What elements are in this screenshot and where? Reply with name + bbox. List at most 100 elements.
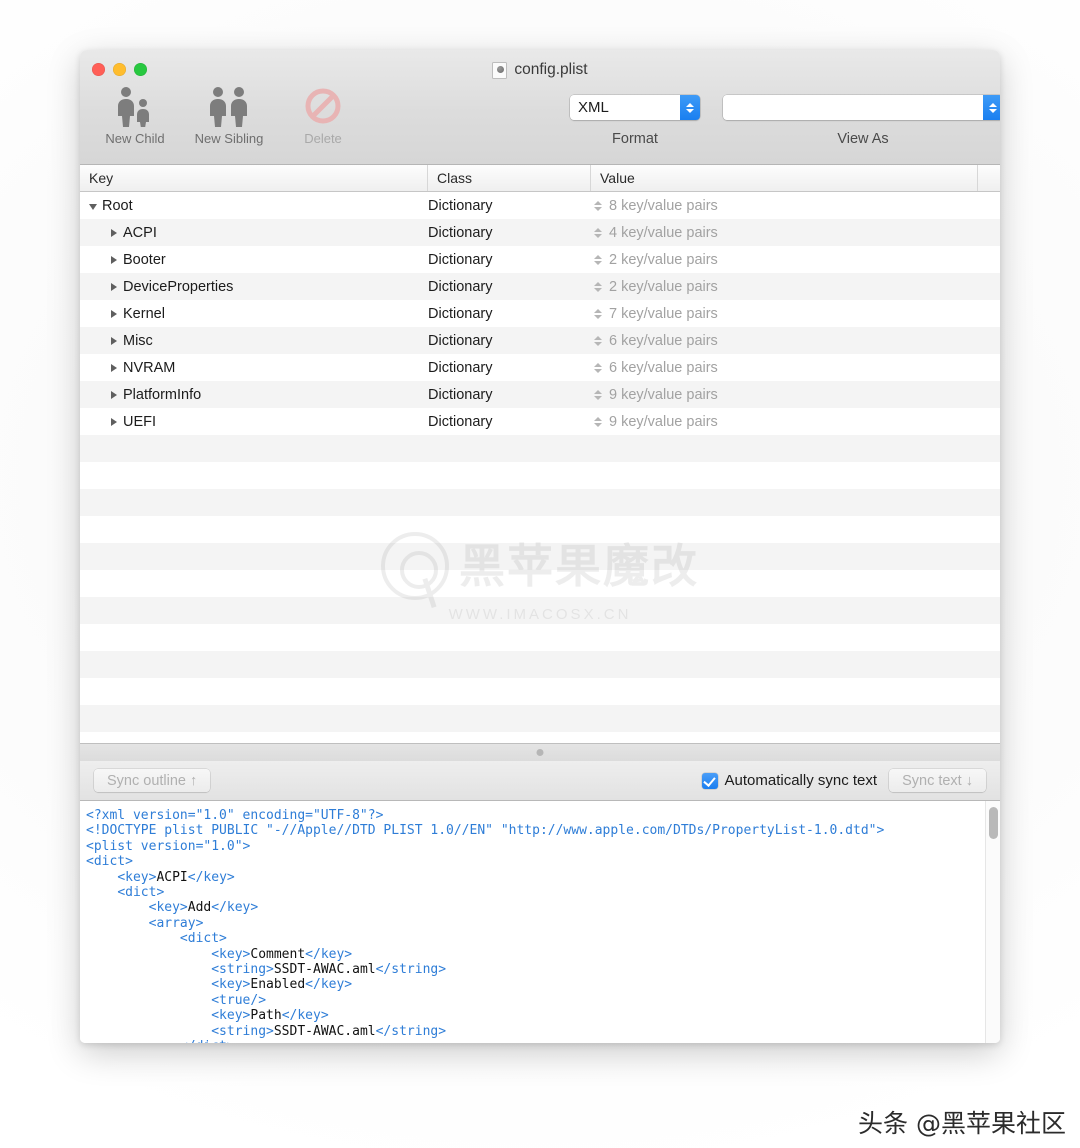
window-titlebar-toolbar: config.plist New Child New Sibling Delet… <box>80 50 1000 165</box>
table-empty-row[interactable] <box>80 624 1000 651</box>
view-as-stepper-icon[interactable] <box>983 95 1000 120</box>
value-stepper-icon[interactable] <box>591 281 605 292</box>
value-stepper-icon[interactable] <box>591 308 605 319</box>
disclosure-closed-icon[interactable] <box>111 282 117 291</box>
disclosure-closed-icon[interactable] <box>111 363 117 372</box>
column-header-spacer <box>978 165 1000 191</box>
column-header-key[interactable]: Key <box>80 165 428 191</box>
view-as-caption: View As <box>837 131 889 147</box>
disclosure-closed-icon[interactable] <box>111 336 117 345</box>
xml-scrollbar[interactable] <box>985 801 1000 1043</box>
format-select[interactable]: XML <box>570 95 700 120</box>
table-row[interactable]: DeviceProperties Dictionary 2 key/value pa… <box>80 273 1000 300</box>
row-class-cell[interactable]: Dictionary <box>428 300 591 327</box>
table-row[interactable]: Kernel Dictionary 7 key/value pairs <box>80 300 1000 327</box>
value-stepper-icon[interactable] <box>591 335 605 346</box>
table-row[interactable]: UEFI Dictionary 9 key/value pairs <box>80 408 1000 435</box>
table-body[interactable]: 黑苹果魔改 WWW.IMACOSX.CN RootDictionary8 key… <box>80 192 1000 743</box>
table-empty-row[interactable] <box>80 435 1000 462</box>
row-value-cell[interactable]: 6 key/value pairs <box>591 354 978 381</box>
row-value-label: 7 key/value pairs <box>609 305 718 322</box>
format-dropdown-group: XML Format <box>570 95 700 147</box>
row-value-cell[interactable]: 2 key/value pairs <box>591 273 978 300</box>
row-class-cell[interactable]: Dictionary <box>428 354 591 381</box>
sync-text-button[interactable]: Sync text ↓ <box>889 769 986 792</box>
row-key-cell[interactable]: Kernel <box>80 300 428 327</box>
row-spacer-cell <box>978 246 1000 273</box>
row-key-cell[interactable]: UEFI <box>80 408 428 435</box>
row-class-cell[interactable]: Dictionary <box>428 246 591 273</box>
disclosure-closed-icon[interactable] <box>111 417 117 426</box>
value-stepper-icon[interactable] <box>591 362 605 373</box>
table-empty-row[interactable] <box>80 678 1000 705</box>
row-key-cell[interactable]: ACPI <box>80 219 428 246</box>
row-value-cell[interactable]: 2 key/value pairs <box>591 246 978 273</box>
table-empty-row[interactable] <box>80 462 1000 489</box>
xml-source-pane[interactable]: <?xml version="1.0" encoding="UTF-8"?> <… <box>80 801 1000 1043</box>
disclosure-closed-icon[interactable] <box>111 255 117 264</box>
column-header-class[interactable]: Class <box>428 165 591 191</box>
checkbox-checked-icon[interactable] <box>701 772 718 789</box>
xml-scrollbar-thumb[interactable] <box>989 807 998 839</box>
sync-toolbar: Sync outline ↑ Automatically sync text S… <box>80 761 1000 801</box>
automatically-sync-text-label: Automatically sync text <box>724 772 878 789</box>
format-caption: Format <box>612 131 658 147</box>
view-as-select[interactable] <box>723 95 1000 120</box>
table-row[interactable]: Root Dictionary 8 key/value pairs <box>80 192 1000 219</box>
table-empty-row[interactable] <box>80 597 1000 624</box>
row-class-cell[interactable]: Dictionary <box>428 408 591 435</box>
disclosure-closed-icon[interactable] <box>111 390 117 399</box>
value-stepper-icon[interactable] <box>591 254 605 265</box>
table-row[interactable]: Misc Dictionary 6 key/value pairs <box>80 327 1000 354</box>
value-stepper-icon[interactable] <box>591 416 605 427</box>
row-class-cell[interactable]: Dictionary <box>428 327 591 354</box>
table-empty-row[interactable] <box>80 516 1000 543</box>
row-key-cell[interactable]: DeviceProperties <box>80 273 428 300</box>
row-key-cell[interactable]: Misc <box>80 327 428 354</box>
splitter-handle-icon[interactable] <box>536 749 544 756</box>
pane-splitter[interactable] <box>80 743 1000 761</box>
row-spacer-cell <box>978 327 1000 354</box>
value-stepper-icon[interactable] <box>591 389 605 400</box>
row-value-cell[interactable]: 4 key/value pairs <box>591 219 978 246</box>
table-empty-row[interactable] <box>80 651 1000 678</box>
row-value-cell[interactable]: 8 key/value pairs <box>591 192 978 219</box>
row-key-cell[interactable]: Booter <box>80 246 428 273</box>
row-key-cell[interactable]: PlatformInfo <box>80 381 428 408</box>
table-empty-row[interactable] <box>80 489 1000 516</box>
automatically-sync-text-checkbox[interactable]: Automatically sync text <box>701 772 878 789</box>
sync-outline-button[interactable]: Sync outline ↑ <box>94 769 211 792</box>
table-empty-row[interactable] <box>80 705 1000 732</box>
row-class-cell[interactable]: Dictionary <box>428 273 591 300</box>
row-class-cell[interactable]: Dictionary <box>428 192 591 219</box>
new-child-button[interactable]: New Child <box>88 84 182 146</box>
row-value-cell[interactable]: 7 key/value pairs <box>591 300 978 327</box>
value-stepper-icon[interactable] <box>591 227 605 238</box>
row-key-cell[interactable]: Root <box>80 192 428 219</box>
new-sibling-label: New Sibling <box>194 131 264 146</box>
table-row[interactable]: Booter Dictionary 2 key/value pairs <box>80 246 1000 273</box>
disclosure-open-icon[interactable] <box>89 203 97 210</box>
row-value-cell[interactable]: 9 key/value pairs <box>591 408 978 435</box>
row-key-label: Misc <box>123 332 153 349</box>
xml-source-text[interactable]: <?xml version="1.0" encoding="UTF-8"?> <… <box>80 801 985 1043</box>
table-row[interactable]: ACPI Dictionary 4 key/value pairs <box>80 219 1000 246</box>
two-people-icon <box>204 84 254 128</box>
table-empty-row[interactable] <box>80 543 1000 570</box>
format-stepper-icon[interactable] <box>680 95 700 120</box>
row-key-cell[interactable]: NVRAM <box>80 354 428 381</box>
new-sibling-button[interactable]: New Sibling <box>182 84 276 146</box>
table-row[interactable]: NVRAM Dictionary 6 key/value pairs <box>80 354 1000 381</box>
row-value-cell[interactable]: 6 key/value pairs <box>591 327 978 354</box>
row-class-cell[interactable]: Dictionary <box>428 381 591 408</box>
value-stepper-icon[interactable] <box>591 200 605 211</box>
table-empty-row[interactable] <box>80 570 1000 597</box>
disclosure-closed-icon[interactable] <box>111 228 117 237</box>
table-row[interactable]: PlatformInfo Dictionary 9 key/value pairs <box>80 381 1000 408</box>
disclosure-closed-icon[interactable] <box>111 309 117 318</box>
row-class-cell[interactable]: Dictionary <box>428 219 591 246</box>
format-select-value: XML <box>570 95 680 120</box>
row-value-cell[interactable]: 9 key/value pairs <box>591 381 978 408</box>
column-header-value[interactable]: Value <box>591 165 978 191</box>
delete-button[interactable]: Delete <box>276 84 370 146</box>
